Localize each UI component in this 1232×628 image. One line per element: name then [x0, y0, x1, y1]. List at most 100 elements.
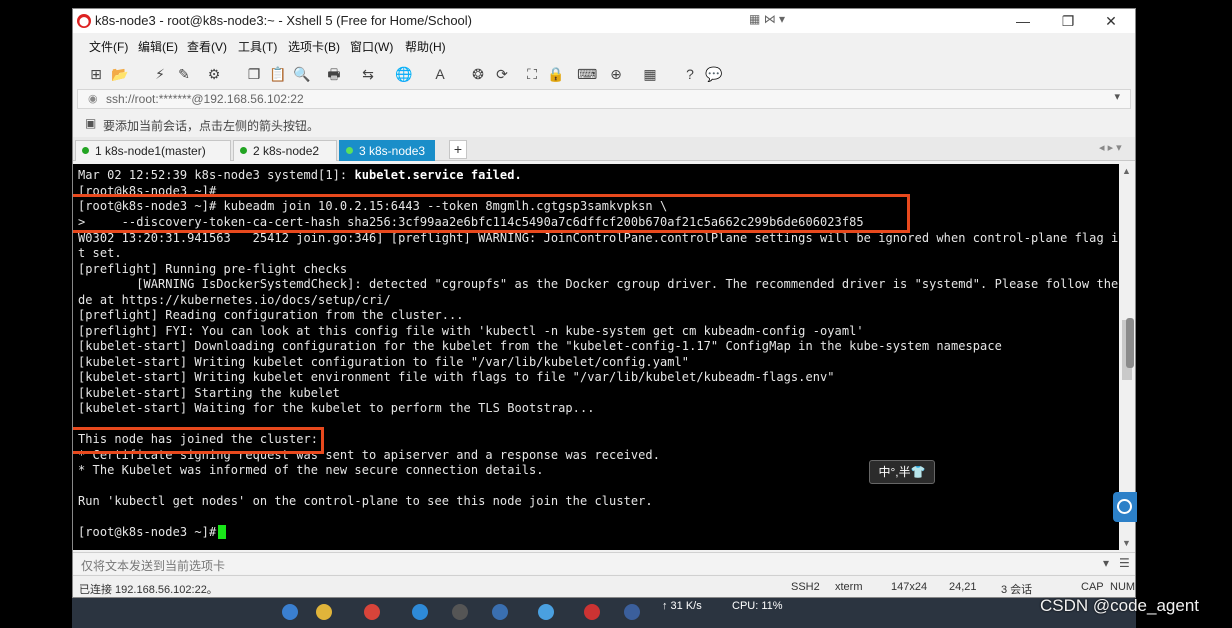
terminal-line: [preflight] Reading configuration from t… — [78, 308, 464, 322]
open-folder-icon[interactable]: 📂 — [111, 65, 129, 83]
status-bar: 已连接 192.168.56.102:22。 SSH2 xterm 147x24… — [73, 575, 1136, 597]
tab-bar: 1 k8s-node1(master) 2 k8s-node2 3 k8s-no… — [73, 137, 1135, 161]
menu-file[interactable]: 文件(F) — [89, 38, 128, 55]
tunnel-icon[interactable]: ⟳ — [493, 65, 511, 83]
taskbar-app-icon[interactable] — [538, 604, 554, 620]
xshell-logo-icon: ⬤ — [77, 14, 91, 28]
terminal-line: Mar 02 12:52:39 k8s-node3 systemd[1]: ku… — [78, 168, 522, 182]
menu-tabs[interactable]: 选项卡(B) — [288, 38, 340, 55]
terminal-line: de at https://kubernetes.io/docs/setup/c… — [78, 293, 391, 307]
new-session-icon[interactable]: ⊞ — [87, 65, 105, 83]
tab-k8s-node1[interactable]: 1 k8s-node1(master) — [75, 140, 231, 161]
lock-icon: ◉ — [88, 93, 98, 105]
terminal-type: xterm — [835, 581, 863, 593]
side-widget-button[interactable] — [1113, 492, 1137, 522]
keyboard-icon[interactable]: ⌨ — [577, 65, 597, 83]
tab-nav-icon[interactable]: ◂ ▸ ▾ — [1099, 141, 1122, 154]
toolbar: ⊞ 📂 ⚡ ✎ ⚙ ❐ 📋 🔍 🖶 ⇆ 🌐 A ❂ ⟳ ⛶ 🔒 ⌨ ⊕ ▦ ? … — [73, 61, 1135, 89]
terminal-cursor — [218, 525, 226, 539]
menu-help[interactable]: 帮助(H) — [405, 38, 446, 55]
compose-list-icon[interactable]: ☰ — [1119, 556, 1130, 570]
compose-placeholder: 仅将文本发送到当前选项卡 — [81, 559, 226, 573]
close-button[interactable]: ✕ — [1091, 11, 1131, 31]
taskbar-app-icon[interactable] — [364, 604, 380, 620]
taskbar-app-icon[interactable] — [584, 604, 600, 620]
menu-edit[interactable]: 编辑(E) — [138, 38, 178, 55]
connection-status: 已连接 192.168.56.102:22。 — [79, 584, 218, 596]
taskbar-app-icon[interactable] — [412, 604, 428, 620]
address-bar[interactable]: ◉ ssh://root:*******@192.168.56.102:22 ▾ — [77, 89, 1131, 109]
protocol-status: SSH2 — [791, 581, 820, 593]
maximize-button[interactable]: ❐ — [1048, 11, 1088, 31]
address-dropdown-icon[interactable]: ▾ — [1114, 90, 1120, 103]
terminal-line: Run 'kubectl get nodes' on the control-p… — [78, 494, 653, 508]
watermark: CSDN @code_agent — [1040, 596, 1200, 615]
tab-k8s-node3[interactable]: 3 k8s-node3 — [339, 140, 435, 161]
terminal-line: [kubelet-start] Writing kubelet configur… — [78, 355, 690, 369]
paste-icon[interactable]: 📋 — [269, 65, 287, 83]
session-status-icon — [346, 147, 353, 154]
os-taskbar: ↑ 31 K/s CPU: 11% — [72, 598, 1136, 628]
disconnect-icon[interactable]: ✎ — [175, 65, 193, 83]
taskbar-app-icon[interactable] — [282, 604, 298, 620]
page-scroll-thumb[interactable] — [1126, 318, 1134, 368]
properties-icon[interactable]: ⚙ — [205, 65, 223, 83]
tab-k8s-node2[interactable]: 2 k8s-node2 — [233, 140, 337, 161]
session-hint-bar: ▣ 要添加当前会话，点击左侧的箭头按钮。 — [77, 113, 1131, 135]
tab-label: 2 k8s-node2 — [253, 144, 320, 158]
terminal-prompt: [root@k8s-node3 ~]# — [78, 525, 224, 539]
taskbar-app-icon[interactable] — [624, 604, 640, 620]
terminal-size: 147x24 — [891, 581, 928, 593]
session-hint-text: 要添加当前会话，点击左侧的箭头按钮。 — [103, 119, 320, 133]
terminal-line: [preflight] Running pre-flight checks — [78, 262, 348, 276]
num-indicator: NUM — [1110, 581, 1136, 593]
ime-status-badge[interactable]: 中°,半👕 — [869, 460, 935, 484]
window-title: k8s-node3 - root@k8s-node3:~ - Xshell 5 … — [95, 13, 473, 28]
compose-icon[interactable]: ⊕ — [607, 65, 625, 83]
minimize-button[interactable]: — — [1003, 11, 1043, 31]
address-value: ssh://root:*******@192.168.56.102:22 — [106, 92, 304, 106]
script-icon[interactable]: ❂ — [469, 65, 487, 83]
terminal-line: W0302 13:20:31.941563 25412 join.go:346]… — [78, 231, 1119, 245]
compose-bar[interactable]: 仅将文本发送到当前选项卡 ▾ ☰ — [73, 552, 1135, 574]
terminal-line: [WARNING IsDockerSystemdCheck]: detected… — [78, 277, 1119, 291]
new-tab-button[interactable]: + — [449, 140, 467, 159]
tab-label: 3 k8s-node3 — [359, 144, 426, 158]
help-icon[interactable]: ? — [681, 65, 699, 83]
compose-dropdown-icon[interactable]: ▾ — [1103, 556, 1109, 570]
join-command-highlight — [73, 194, 910, 233]
session-bar-icon[interactable]: ▣ — [85, 116, 96, 130]
taskbar-app-icon[interactable] — [492, 604, 508, 620]
cursor-position: 24,21 — [949, 581, 977, 593]
title-tools[interactable]: ▦ ⋈ ▾ — [749, 12, 785, 26]
joined-message-highlight — [73, 427, 324, 454]
menu-tools[interactable]: 工具(T) — [238, 38, 277, 55]
taskbar-app-icon[interactable] — [452, 604, 468, 620]
find-icon[interactable]: 🔍 — [293, 65, 311, 83]
connect-icon[interactable]: ⚡ — [151, 65, 169, 83]
layout-icon[interactable]: ▦ — [641, 65, 659, 83]
fullscreen-icon[interactable]: ⛶ — [523, 65, 541, 83]
terminal-output[interactable]: Mar 02 12:52:39 k8s-node3 systemd[1]: ku… — [73, 164, 1119, 550]
widget-ring-icon — [1117, 499, 1132, 514]
scroll-up-icon[interactable]: ▲ — [1122, 166, 1131, 176]
menu-window[interactable]: 窗口(W) — [350, 38, 393, 55]
lock-icon[interactable]: 🔒 — [547, 65, 565, 83]
transfer-icon[interactable]: ⇆ — [359, 65, 377, 83]
chat-icon[interactable]: 💬 — [705, 65, 723, 83]
scroll-down-icon[interactable]: ▼ — [1122, 538, 1131, 548]
print-icon[interactable]: 🖶 — [325, 65, 343, 83]
session-status-icon — [240, 147, 247, 154]
taskbar-app-icon[interactable] — [316, 604, 332, 620]
copy-icon[interactable]: ❐ — [245, 65, 263, 83]
session-count: 3 会话 — [1001, 584, 1033, 596]
network-speed: ↑ 31 K/s — [662, 600, 702, 612]
menu-view[interactable]: 查看(V) — [187, 38, 227, 55]
tab-label: 1 k8s-node1(master) — [95, 144, 206, 158]
globe-icon[interactable]: 🌐 — [395, 65, 413, 83]
terminal-line: * The Kubelet was informed of the new se… — [78, 463, 544, 477]
title-bar: ⬤ k8s-node3 - root@k8s-node3:~ - Xshell … — [73, 9, 1135, 33]
terminal-line: [kubelet-start] Downloading configuratio… — [78, 339, 1002, 353]
font-icon[interactable]: A — [431, 65, 449, 83]
terminal-line: [preflight] FYI: You can look at this co… — [78, 324, 864, 338]
